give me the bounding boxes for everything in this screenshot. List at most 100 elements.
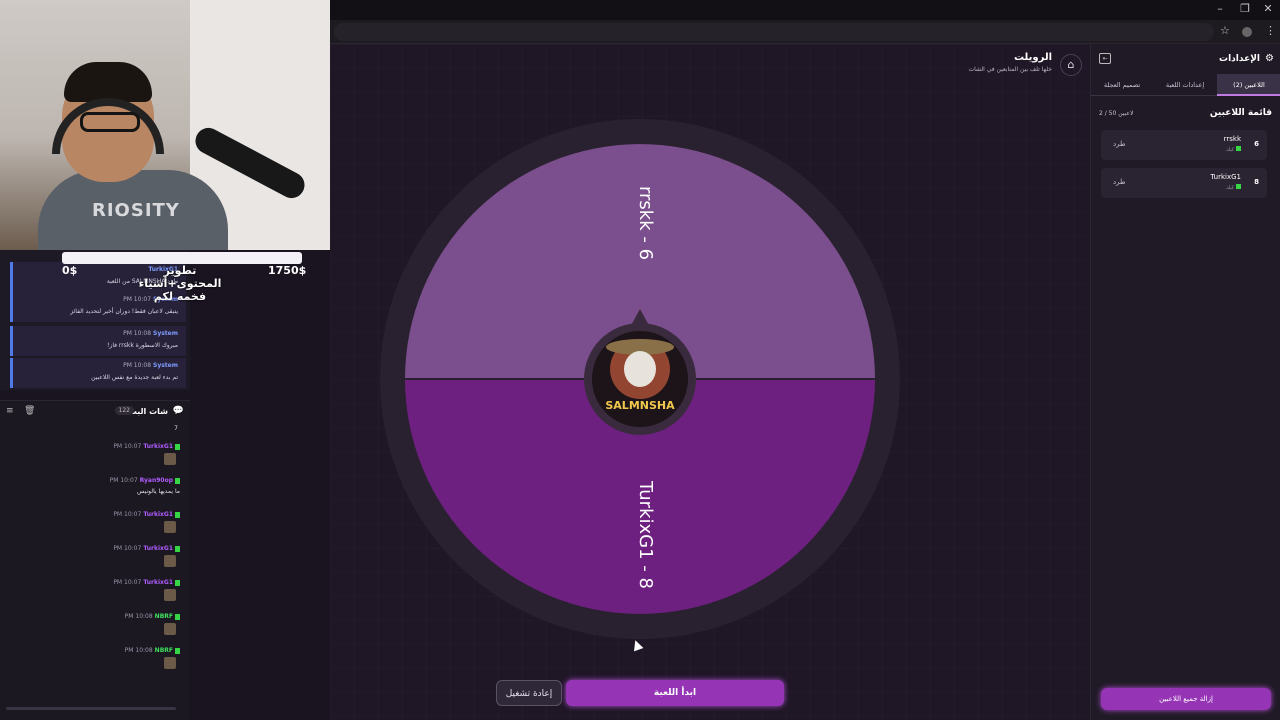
- home-button[interactable]: ⌂: [1060, 54, 1082, 76]
- player-count: 2 / 50 لاعبين: [1099, 110, 1134, 117]
- settings-panel: ⚙ الإعدادات ⇤ اللاعبين (2) إعدادات اللعب…: [1090, 44, 1280, 720]
- chat-message: PM 10:07 TurkixG1: [100, 545, 180, 575]
- gear-icon: ⚙: [1265, 53, 1274, 64]
- webcam-feed: RIOSITY: [0, 0, 330, 250]
- center-logo-text: SALMNSHA: [605, 399, 675, 412]
- donation-goal: 1750$: [268, 264, 307, 277]
- chat-timestamp: PM 10:07: [113, 579, 142, 586]
- emote-icon: [164, 555, 176, 567]
- chat-timestamp: PM 10:08: [124, 647, 153, 654]
- chat-username[interactable]: TurkixG1: [143, 579, 173, 586]
- profile-avatar-icon[interactable]: [1242, 27, 1252, 37]
- start-game-button[interactable]: ابدأ اللعبة: [566, 680, 784, 706]
- chat-username[interactable]: NBRF: [155, 647, 173, 654]
- chat-header: 💬 شات البث 122 🗑 ≡: [0, 401, 190, 423]
- browser-address-bar: ☆ ⋮: [330, 20, 1280, 44]
- emote-icon: [164, 657, 176, 669]
- chat-message: PM 10:07 TurkixG1: [100, 511, 180, 541]
- settings-tabs: اللاعبين (2) إعدادات اللعبة تصميم العجلة: [1091, 74, 1280, 96]
- list-icon[interactable]: ≡: [6, 406, 14, 416]
- close-window-button[interactable]: ✕: [1258, 2, 1278, 15]
- chat-scrollbar[interactable]: [6, 707, 176, 710]
- player-platform: كيك: [1226, 184, 1241, 191]
- chat-username[interactable]: TurkixG1: [143, 545, 173, 552]
- url-field[interactable]: [334, 23, 1214, 41]
- chat-username[interactable]: TurkixG1: [143, 511, 173, 518]
- roulette-wheel[interactable]: rrskk - 6 TurkixG1 - 8 SALMNSHA: [380, 119, 900, 639]
- tab-players[interactable]: اللاعبين (2): [1217, 74, 1280, 96]
- chat-timestamp: PM 10:07: [113, 511, 142, 518]
- message-text: يتبقى لاعبان فقط! دوران أخير لتحديد الفا…: [70, 308, 178, 315]
- remove-all-players-button[interactable]: إزالة جميع اللاعبين: [1101, 688, 1271, 710]
- main-game-area: ⌂ الرويلت خلها تلف بين المتابعين في الشا…: [330, 44, 1090, 720]
- minimize-button[interactable]: –: [1210, 2, 1230, 15]
- shirt-print: RIOSITY: [92, 200, 180, 221]
- chat-message: PM 10:07 TurkixG1: [100, 579, 180, 609]
- mouse-cursor-icon: [630, 638, 644, 652]
- player-name: TurkixG1: [1210, 173, 1241, 181]
- glasses: [80, 112, 140, 132]
- collapse-panel-icon[interactable]: ⇤: [1099, 53, 1111, 64]
- chat-message: PM 10:07 TurkixG1: [100, 443, 180, 473]
- chat-timestamp: PM 10:07: [113, 443, 142, 450]
- tab-wheel-design[interactable]: تصميم العجلة: [1091, 74, 1153, 96]
- logo-panda-face: [624, 351, 656, 387]
- message-text: مبروك الاسطورة rrskk فاز!: [107, 342, 178, 349]
- donation-goal-text: تطوير المحتوى+أشياء فخمه لكم: [138, 264, 222, 303]
- page-title: الرويلت: [1013, 52, 1052, 63]
- kick-platform-icon: [1236, 184, 1241, 189]
- player-number: 8: [1254, 178, 1259, 186]
- browser-titlebar: – ❐ ✕: [330, 0, 1280, 20]
- emote-icon: [164, 453, 176, 465]
- maximize-button[interactable]: ❐: [1235, 2, 1255, 15]
- kick-badge-icon: [175, 613, 180, 620]
- player-list-title: قائمة اللاعبين: [1209, 108, 1272, 118]
- chat-message: PM 10:08 NBRF: [100, 613, 180, 643]
- chat-timestamp: PM 10:07: [109, 477, 138, 484]
- message-author: System: [153, 330, 178, 337]
- chat-message: PM 10:07 Ryan90op ما يمديها يالونيس: [100, 477, 180, 507]
- tab-game-settings[interactable]: إعدادات اللعبة: [1153, 74, 1217, 96]
- chat-timestamp: PM 10:07: [113, 545, 142, 552]
- message-author: System: [153, 362, 178, 369]
- trash-icon[interactable]: 🗑: [24, 406, 35, 416]
- page-subtitle: خلها تلف بين المتابعين في الشات: [968, 66, 1052, 73]
- chat-line: 7: [174, 425, 178, 432]
- bookmark-star-icon[interactable]: ☆: [1220, 24, 1230, 37]
- kick-badge-icon: [175, 545, 180, 552]
- system-message: PM 10:08 System مبروك الاسطورة rrskk فاز…: [10, 326, 186, 356]
- emote-icon: [164, 623, 176, 635]
- chat-username[interactable]: Ryan90op: [140, 477, 173, 484]
- segment-label: rrskk - 6: [635, 186, 656, 260]
- webcam-person-hair: [64, 62, 152, 102]
- chat-username[interactable]: TurkixG1: [143, 443, 173, 450]
- player-row: 6 rrskk كيك طرد: [1101, 130, 1267, 160]
- kick-badge-icon: [175, 511, 180, 518]
- stream-chat-panel: 💬 شات البث 122 🗑 ≡ 7 PM 10:07 TurkixG1 PM …: [0, 400, 190, 720]
- restart-button[interactable]: إعادة تشغيل: [496, 680, 562, 706]
- kick-badge-icon: [175, 647, 180, 654]
- emote-icon: [164, 589, 176, 601]
- system-message: PM 10:08 System تم بدء لعبة جديدة مع نفس…: [10, 358, 186, 388]
- chat-timestamp: PM 10:08: [124, 613, 153, 620]
- settings-title: الإعدادات: [1219, 54, 1260, 64]
- donation-progress-bar: [62, 252, 302, 264]
- chat-message: PM 10:08 NBRF: [100, 647, 180, 677]
- kick-player-button[interactable]: طرد: [1113, 178, 1126, 186]
- chat-title: شات البث: [128, 407, 168, 416]
- chat-bubble-icon: 💬: [172, 406, 184, 416]
- segment-label: TurkixG1 - 8: [635, 480, 656, 589]
- player-row: 8 TurkixG1 كيك طرد: [1101, 168, 1267, 198]
- kick-player-button[interactable]: طرد: [1113, 140, 1126, 148]
- chat-count-badge: 122: [114, 406, 134, 415]
- player-number: 6: [1254, 140, 1259, 148]
- kick-badge-icon: [175, 443, 180, 450]
- message-text: تم بدء لعبة جديدة مع نفس اللاعبين: [91, 374, 178, 381]
- donation-current: 0$: [62, 264, 78, 277]
- player-name: rrskk: [1223, 135, 1241, 143]
- chat-username[interactable]: NBRF: [155, 613, 173, 620]
- kick-badge-icon: [175, 579, 180, 586]
- kick-platform-icon: [1236, 146, 1241, 151]
- browser-menu-icon[interactable]: ⋮: [1265, 24, 1276, 37]
- kick-badge-icon: [175, 477, 180, 484]
